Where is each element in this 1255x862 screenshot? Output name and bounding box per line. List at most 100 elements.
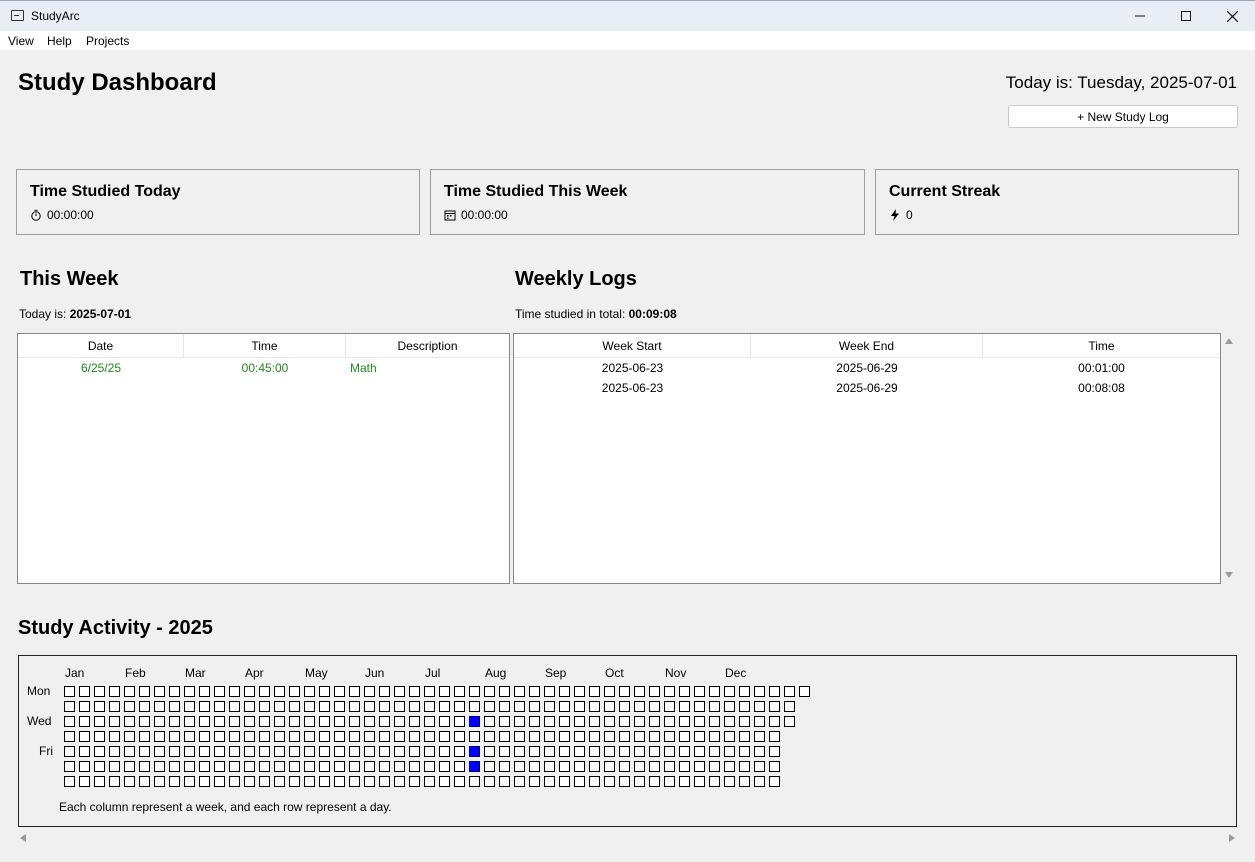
month-label: Mar bbox=[185, 666, 206, 680]
activity-cell bbox=[679, 761, 690, 772]
activity-cell bbox=[634, 686, 645, 697]
table-row[interactable]: 6/25/25 00:45:00 Math bbox=[18, 358, 509, 378]
month-label: May bbox=[305, 666, 328, 680]
minimize-button[interactable] bbox=[1117, 1, 1163, 31]
activity-cell bbox=[139, 686, 150, 697]
scroll-down-arrow[interactable] bbox=[1225, 572, 1233, 578]
activity-cell bbox=[544, 746, 555, 757]
activity-cell bbox=[574, 686, 585, 697]
this-week-table[interactable]: Date Time Description 6/25/25 00:45:00 M… bbox=[17, 333, 510, 584]
column-header-date[interactable]: Date bbox=[18, 334, 184, 357]
activity-cell bbox=[304, 761, 315, 772]
table-header: Date Time Description bbox=[18, 334, 509, 358]
activity-cell bbox=[289, 716, 300, 727]
activity-cell bbox=[694, 746, 705, 757]
activity-cell bbox=[619, 776, 630, 787]
activity-cell bbox=[754, 716, 765, 727]
column-header-week-end[interactable]: Week End bbox=[751, 334, 983, 357]
activity-cell bbox=[439, 731, 450, 742]
activity-cell bbox=[94, 761, 105, 772]
activity-cell bbox=[64, 776, 75, 787]
activity-cell bbox=[739, 761, 750, 772]
maximize-button[interactable] bbox=[1163, 1, 1209, 31]
activity-cell bbox=[364, 776, 375, 787]
activity-cell bbox=[589, 731, 600, 742]
activity-cell bbox=[469, 686, 480, 697]
table-row[interactable]: 2025-06-23 2025-06-29 00:01:00 bbox=[514, 358, 1220, 378]
activity-cell bbox=[514, 716, 525, 727]
activity-cell bbox=[169, 686, 180, 697]
activity-cell bbox=[274, 686, 285, 697]
weekly-logs-title: Weekly Logs bbox=[515, 268, 637, 290]
activity-cell bbox=[184, 746, 195, 757]
activity-cell bbox=[79, 686, 90, 697]
activity-cell bbox=[319, 776, 330, 787]
activity-cell bbox=[319, 716, 330, 727]
menu-projects[interactable]: Projects bbox=[86, 34, 129, 48]
activity-cell bbox=[364, 761, 375, 772]
scroll-right-arrow[interactable] bbox=[1229, 834, 1235, 842]
column-header-description[interactable]: Description bbox=[346, 334, 509, 357]
activity-cell bbox=[499, 731, 510, 742]
activity-cell bbox=[514, 746, 525, 757]
month-label: Jun bbox=[365, 666, 385, 680]
weekly-logs-table[interactable]: Week Start Week End Time 2025-06-23 2025… bbox=[513, 333, 1221, 584]
activity-cell bbox=[184, 761, 195, 772]
close-button[interactable] bbox=[1209, 1, 1255, 31]
activity-cell bbox=[169, 776, 180, 787]
activity-cell bbox=[709, 701, 720, 712]
activity-cell bbox=[274, 716, 285, 727]
activity-cell bbox=[184, 701, 195, 712]
month-label: Feb bbox=[125, 666, 146, 680]
activity-cell bbox=[304, 776, 315, 787]
new-study-log-button[interactable]: + New Study Log bbox=[1008, 105, 1238, 128]
table-row[interactable]: 2025-06-23 2025-06-29 00:08:08 bbox=[514, 378, 1220, 398]
activity-cell bbox=[529, 686, 540, 697]
activity-cell bbox=[199, 776, 210, 787]
activity-cell bbox=[94, 746, 105, 757]
activity-cell bbox=[784, 701, 795, 712]
activity-cell bbox=[574, 746, 585, 757]
activity-cell bbox=[589, 701, 600, 712]
card-value: 00:00:00 bbox=[461, 208, 508, 222]
scroll-up-arrow[interactable] bbox=[1225, 338, 1233, 344]
activity-cell bbox=[634, 746, 645, 757]
activity-cell bbox=[664, 746, 675, 757]
activity-cell bbox=[379, 746, 390, 757]
activity-cell bbox=[469, 701, 480, 712]
activity-cell bbox=[289, 686, 300, 697]
card-time-week: Time Studied This Week 00:00:00 bbox=[430, 169, 865, 235]
activity-cell bbox=[244, 716, 255, 727]
activity-cell bbox=[409, 686, 420, 697]
activity-cell bbox=[499, 701, 510, 712]
activity-cell bbox=[604, 776, 615, 787]
activity-cell bbox=[214, 776, 225, 787]
activity-cell bbox=[94, 731, 105, 742]
activity-cell bbox=[139, 731, 150, 742]
scroll-left-arrow[interactable] bbox=[20, 834, 26, 842]
calendar-icon bbox=[444, 210, 456, 221]
column-header-time[interactable]: Time bbox=[983, 334, 1220, 357]
activity-cell bbox=[394, 701, 405, 712]
app-icon bbox=[11, 10, 24, 21]
activity-cell bbox=[124, 686, 135, 697]
activity-cell bbox=[409, 746, 420, 757]
column-header-week-start[interactable]: Week Start bbox=[514, 334, 751, 357]
activity-cell bbox=[199, 701, 210, 712]
activity-cell bbox=[79, 731, 90, 742]
column-header-time[interactable]: Time bbox=[184, 334, 346, 357]
activity-cell bbox=[64, 686, 75, 697]
total-label: Time studied in total: bbox=[515, 307, 626, 321]
menu-help[interactable]: Help bbox=[47, 34, 72, 48]
activity-cell bbox=[754, 776, 765, 787]
activity-cell bbox=[199, 746, 210, 757]
activity-cell bbox=[679, 686, 690, 697]
activity-cell bbox=[304, 716, 315, 727]
activity-cell bbox=[529, 761, 540, 772]
activity-cell bbox=[409, 761, 420, 772]
activity-cell bbox=[124, 761, 135, 772]
activity-cell bbox=[469, 746, 480, 757]
activity-cell bbox=[649, 776, 660, 787]
menu-view[interactable]: View bbox=[8, 34, 34, 48]
activity-cell bbox=[424, 776, 435, 787]
